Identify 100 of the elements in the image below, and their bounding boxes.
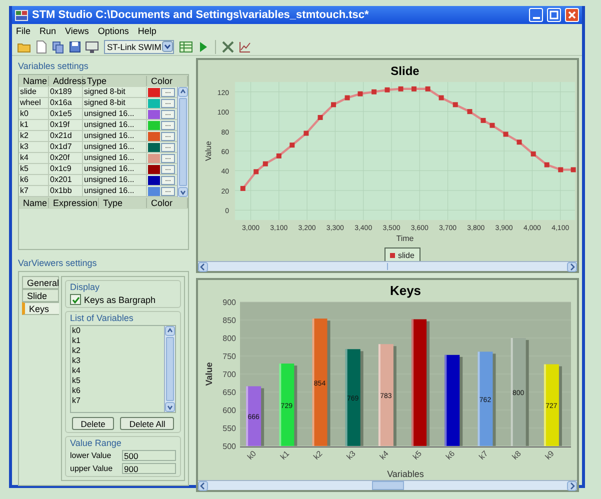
menu-item[interactable]: Options	[98, 26, 129, 36]
table-cell: k7	[19, 186, 49, 196]
caret-icon	[162, 41, 173, 52]
scroll-up-button[interactable]	[165, 326, 175, 336]
app-icon	[15, 10, 28, 20]
push-button[interactable]: Delete	[72, 417, 114, 430]
scrollbar[interactable]	[177, 87, 188, 197]
checkbox[interactable]	[70, 294, 81, 305]
chart-title: Keys	[390, 283, 422, 298]
document-icon[interactable]	[34, 40, 48, 54]
data-point	[262, 161, 268, 166]
chart-icon[interactable]	[238, 40, 252, 54]
scroll-thumb[interactable]	[179, 98, 187, 186]
column-header: Color	[147, 76, 188, 86]
data-point	[530, 151, 536, 156]
data-point	[412, 86, 416, 92]
push-button[interactable]: Delete All	[120, 417, 174, 430]
scroll-left-button[interactable]	[198, 262, 208, 272]
data-point	[467, 109, 472, 114]
tick-label: 800	[222, 334, 236, 343]
scroll-left-button[interactable]	[198, 480, 208, 490]
table-cell: 0x201	[49, 175, 83, 185]
connection-dropdown[interactable]: ST-Link SWIM	[104, 40, 174, 54]
table-cell: unsigned 16...	[83, 131, 147, 141]
axis-label: Variables	[387, 469, 424, 479]
table-cell: 0x189	[49, 87, 83, 97]
table-cell: k3	[19, 142, 49, 152]
tab[interactable]: General	[22, 276, 59, 289]
data-point	[358, 91, 363, 96]
table-cell: wheel	[19, 98, 49, 108]
save-icon[interactable]	[68, 40, 82, 54]
data-point	[516, 140, 522, 145]
group-title: Value Range	[70, 438, 122, 448]
table-cell: k0	[19, 109, 49, 119]
tab[interactable]: Slide	[22, 289, 59, 302]
table-cell: signed 8-bit	[83, 87, 147, 97]
maximize-button[interactable]	[547, 8, 561, 22]
data-point	[384, 87, 390, 92]
data-point	[304, 130, 309, 136]
tick-label: k2	[312, 449, 324, 462]
table-cell: unsigned 16...	[83, 153, 147, 163]
scroll-down-button[interactable]	[178, 187, 188, 197]
tick-label: k5	[411, 449, 424, 462]
column-header: Name	[19, 198, 49, 208]
scrollbar[interactable]	[164, 326, 175, 412]
copy-icon[interactable]	[51, 40, 65, 54]
scrollbar[interactable]	[198, 261, 577, 271]
table-icon[interactable]	[179, 40, 193, 54]
axis-label: Value	[204, 141, 213, 161]
list-item[interactable]: k4	[72, 366, 164, 376]
variable-list[interactable]: k0 k1 k2 k3 k4 k5 k6 k7	[70, 325, 176, 413]
tick-label: 750	[222, 352, 236, 361]
list-item[interactable]: k6	[72, 386, 164, 396]
data-point	[276, 153, 282, 158]
data-point	[254, 169, 259, 174]
table-cell: slide	[19, 87, 49, 97]
scroll-thumb[interactable]	[372, 481, 404, 490]
scroll-right-button[interactable]	[567, 480, 577, 490]
minimize-button[interactable]	[529, 8, 543, 22]
table-cell: k4	[19, 153, 49, 163]
tick-label: 700	[222, 370, 236, 379]
list-item[interactable]: k0	[72, 326, 164, 336]
axis-label: Time	[396, 234, 414, 243]
list-item[interactable]: k1	[72, 336, 164, 346]
list-item[interactable]: k2	[72, 346, 164, 356]
table-cell: unsigned 16...	[83, 142, 147, 152]
tick-label: k3	[344, 449, 358, 462]
tick-label: k9	[544, 449, 556, 462]
tick-label: 550	[222, 424, 236, 433]
list-item[interactable]: k3	[72, 356, 164, 366]
cross-tools-icon[interactable]	[221, 40, 235, 54]
close-button[interactable]	[565, 8, 579, 22]
monitor-icon[interactable]	[85, 40, 99, 54]
minimize-icon	[532, 17, 540, 19]
scroll-right-button[interactable]	[567, 262, 577, 272]
list-item[interactable]: k7	[72, 396, 164, 406]
scrollbar[interactable]	[198, 480, 577, 490]
scroll-thumb[interactable]	[166, 337, 174, 401]
menu-item[interactable]: Run	[40, 26, 56, 36]
table-cell: unsigned 16...	[83, 186, 147, 196]
data-point	[331, 102, 336, 108]
table-cell: k6	[19, 175, 49, 185]
menu-item[interactable]: File	[16, 26, 31, 36]
group-title: List of Variables	[70, 313, 134, 323]
scroll-up-button[interactable]	[178, 87, 188, 97]
input-field[interactable]: 500	[122, 450, 176, 461]
menu-item[interactable]: Views	[65, 26, 89, 36]
close-icon	[566, 9, 578, 21]
tab[interactable]: Keys	[22, 302, 59, 315]
menu-item[interactable]: Help	[138, 26, 156, 36]
table-cell: 0x20f	[49, 153, 83, 163]
data-point	[558, 167, 564, 172]
table-cell: k5	[19, 164, 49, 174]
legend-marker-icon	[390, 253, 395, 258]
tick-label: 850	[222, 316, 236, 325]
input-field[interactable]: 900	[122, 463, 176, 474]
scroll-down-button[interactable]	[165, 402, 175, 412]
table-cell: 0x19f	[49, 120, 83, 130]
list-item[interactable]: k5	[72, 376, 164, 386]
data-point	[240, 186, 246, 191]
